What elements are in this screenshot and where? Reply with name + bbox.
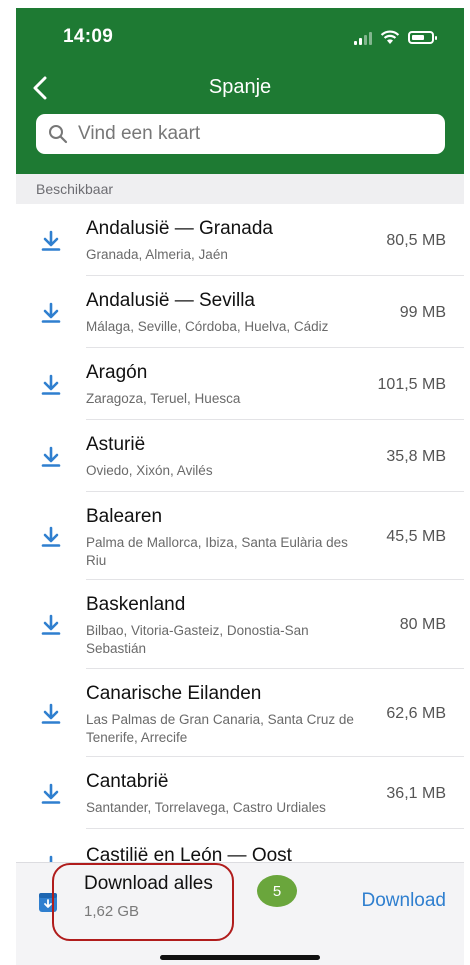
region-size: 80 MB xyxy=(399,616,446,633)
region-size: 35,8 MB xyxy=(386,448,446,465)
region-size: 36,1 MB xyxy=(386,785,446,802)
status-time: 14:09 xyxy=(63,26,114,47)
region-size: 99 MB xyxy=(399,304,446,321)
header: 14:09 Spanje xyxy=(16,8,464,174)
list-item[interactable]: Aragón Zaragoza, Teruel, Huesca 101,5 MB xyxy=(16,348,464,420)
region-name: Balearen xyxy=(86,506,163,527)
download-icon[interactable] xyxy=(40,703,62,725)
list-item[interactable]: Balearen Palma de Mallorca, Ibiza, Santa… xyxy=(16,492,464,580)
region-name: Baskenland xyxy=(86,594,186,615)
status-icons xyxy=(354,30,437,45)
region-size: 101,5 MB xyxy=(377,376,446,393)
region-cities: Santander, Torrelavega, Castro Urdiales xyxy=(86,800,326,815)
region-cities: Oviedo, Xixón, Avilés xyxy=(86,463,213,478)
home-indicator xyxy=(160,955,320,960)
bottom-bar: Download alles 1,62 GB 5 Download xyxy=(16,862,464,965)
page-title: Spanje xyxy=(208,76,272,98)
list-item[interactable]: Andalusië — Granada Granada, Almeria, Ja… xyxy=(16,204,464,276)
region-cities: Granada, Almeria, Jaén xyxy=(86,247,228,262)
region-name: Andalusië — Sevilla xyxy=(86,290,255,311)
download-icon[interactable] xyxy=(40,374,62,396)
download-icon[interactable] xyxy=(40,446,62,468)
download-icon[interactable] xyxy=(40,526,62,548)
step-badge: 5 xyxy=(257,875,297,907)
list-item[interactable]: Cantabrië Santander, Torrelavega, Castro… xyxy=(16,757,464,829)
list-item[interactable]: Canarische Eilanden Las Palmas de Gran C… xyxy=(16,669,464,757)
region-size: 62,6 MB xyxy=(386,705,446,722)
region-cities: Las Palmas de Gran Canaria, Santa Cruz d… xyxy=(86,712,354,745)
annotation-highlight xyxy=(52,863,234,941)
region-size: 80,5 MB xyxy=(386,232,446,249)
region-name: Asturië xyxy=(86,434,146,455)
search-icon xyxy=(49,125,68,144)
region-name: Cantabrië xyxy=(86,771,169,792)
region-cities: Palma de Mallorca, Ibiza, Santa Eulària … xyxy=(86,535,348,568)
list-item[interactable]: Asturië Oviedo, Xixón, Avilés 35,8 MB xyxy=(16,420,464,492)
download-icon[interactable] xyxy=(40,614,62,636)
region-cities: Zaragoza, Teruel, Huesca xyxy=(86,391,241,406)
region-name: Andalusië — Granada xyxy=(86,218,273,239)
download-icon[interactable] xyxy=(40,302,62,324)
search-bar[interactable] xyxy=(36,114,445,154)
region-name: Canarische Eilanden xyxy=(86,683,262,704)
section-header: Beschikbaar xyxy=(16,174,464,204)
search-input[interactable] xyxy=(76,122,410,146)
list-item[interactable]: Baskenland Bilbao, Vitoria-Gasteiz, Dono… xyxy=(16,580,464,669)
download-icon[interactable] xyxy=(40,783,62,805)
region-name: Aragón xyxy=(86,362,148,383)
battery-icon xyxy=(408,31,437,44)
region-cities: Málaga, Seville, Córdoba, Huelva, Cádiz xyxy=(86,319,329,334)
app-frame: 14:09 Spanje Beschikbaar xyxy=(16,8,464,965)
download-icon[interactable] xyxy=(40,230,62,252)
download-all-button[interactable]: Download xyxy=(362,890,447,912)
region-size: 45,5 MB xyxy=(386,528,446,545)
region-cities: Bilbao, Vitoria-Gasteiz, Donostia-San Se… xyxy=(86,623,309,656)
wifi-icon xyxy=(380,30,400,44)
list-item[interactable]: Andalusië — Sevilla Málaga, Seville, Cór… xyxy=(16,276,464,348)
signal-icon xyxy=(354,31,372,45)
